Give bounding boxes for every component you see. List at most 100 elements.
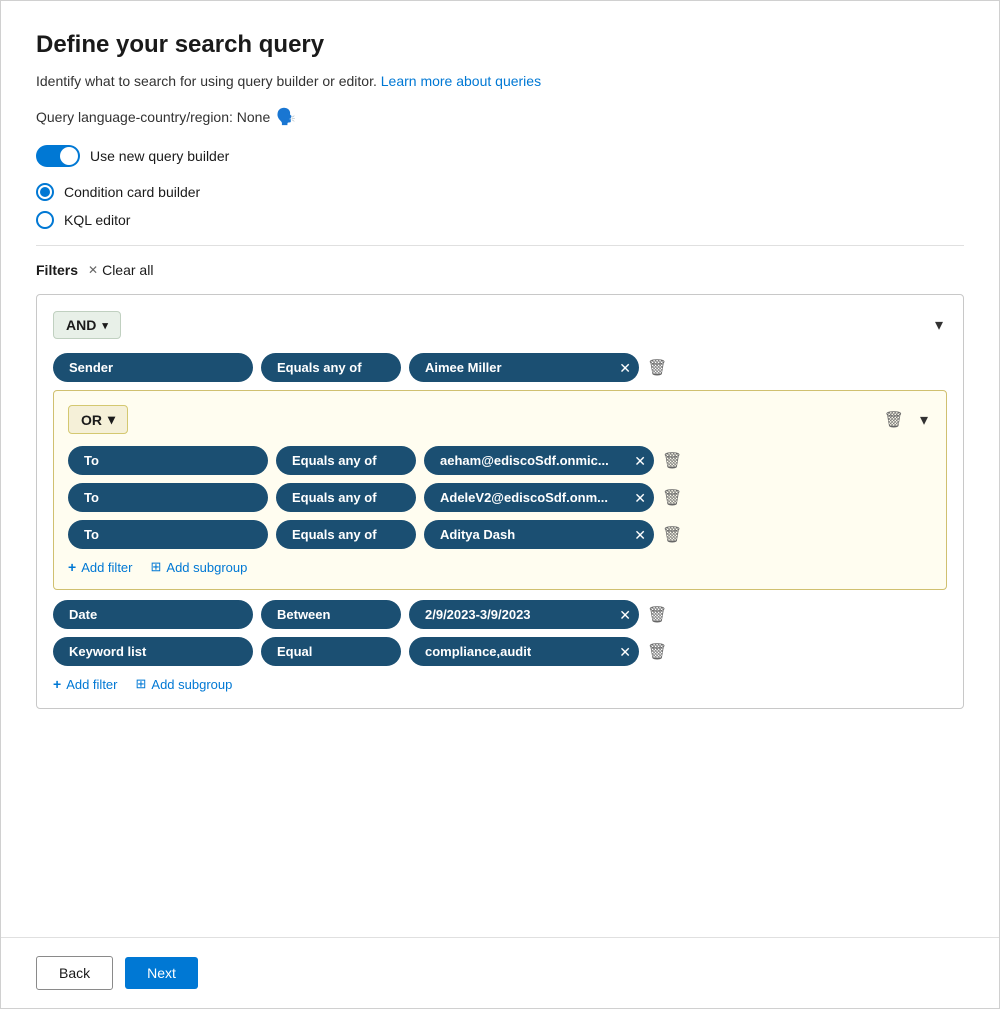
or-subgroup: OR ▾ 🗑 ▾ To Equals any of: [53, 390, 947, 590]
root-add-filter-button[interactable]: + Add filter: [53, 676, 118, 692]
to-row-delete-icon-1[interactable]: 🗑: [662, 451, 682, 471]
filters-label: Filters: [36, 262, 78, 278]
keyword-value-clear-button[interactable]: ✕: [613, 645, 631, 659]
clear-all-x-icon: ✕: [88, 263, 98, 277]
to-field-label-1: To: [84, 453, 99, 468]
to-operator-pill-2[interactable]: Equals any of: [276, 483, 416, 512]
keyword-value-pill[interactable]: compliance,audit ✕: [409, 637, 639, 666]
to-row-delete-icon-2[interactable]: 🗑: [662, 488, 682, 508]
subgroup-add-subgroup-button[interactable]: ⊞ Add subgroup: [151, 559, 248, 575]
page-title: Define your search query: [36, 31, 964, 59]
date-filter-row: Date Between 2/9/2023-3/9/2023 ✕ 🗑: [53, 600, 947, 629]
subgroup-add-subgroup-icon: ⊞: [151, 559, 162, 575]
subgroup-add-filter-plus-icon: +: [68, 559, 76, 575]
keyword-operator-label: Equal: [277, 644, 312, 659]
kql-editor-radio-row: KQL editor: [36, 211, 964, 229]
and-operator-button[interactable]: AND ▾: [53, 311, 121, 339]
subgroup-add-subgroup-label: Add subgroup: [166, 560, 247, 575]
date-value-pill[interactable]: 2/9/2023-3/9/2023 ✕: [409, 600, 639, 629]
or-chevron-icon: ▾: [108, 411, 115, 428]
to-operator-pill-3[interactable]: Equals any of: [276, 520, 416, 549]
sender-value-clear-button[interactable]: ✕: [613, 361, 631, 375]
root-add-filter-label: Add filter: [66, 677, 117, 692]
next-button[interactable]: Next: [125, 957, 198, 989]
to-field-label-3: To: [84, 527, 99, 542]
date-value-text: 2/9/2023-3/9/2023: [425, 607, 531, 622]
to-filter-row-3: To Equals any of Aditya Dash ✕ 🗑: [68, 520, 932, 549]
to-value-clear-button-1[interactable]: ✕: [628, 454, 646, 468]
root-add-subgroup-button[interactable]: ⊞ Add subgroup: [136, 676, 233, 692]
translate-icon[interactable]: 🗣️: [276, 107, 296, 127]
to-row-delete-icon-3[interactable]: 🗑: [662, 525, 682, 545]
to-operator-label-3: Equals any of: [292, 527, 377, 542]
root-add-row: + Add filter ⊞ Add subgroup: [53, 676, 947, 692]
divider: [36, 245, 964, 246]
to-filter-row-1: To Equals any of aeham@ediscoSdf.onmic..…: [68, 446, 932, 475]
description: Identify what to search for using query …: [36, 73, 964, 89]
query-language-row: Query language-country/region: None 🗣️: [36, 107, 964, 127]
main-content: Define your search query Identify what t…: [1, 1, 999, 937]
to-operator-pill-1[interactable]: Equals any of: [276, 446, 416, 475]
condition-card-label: Condition card builder: [64, 184, 200, 200]
sender-value-pill[interactable]: Aimee Miller ✕: [409, 353, 639, 382]
or-operator-label: OR: [81, 412, 102, 428]
sender-field-pill[interactable]: Sender: [53, 353, 253, 382]
learn-more-link[interactable]: Learn more about queries: [381, 73, 541, 89]
keyword-field-pill[interactable]: Keyword list: [53, 637, 253, 666]
root-add-filter-plus-icon: +: [53, 676, 61, 692]
sender-value-text: Aimee Miller: [425, 360, 502, 375]
to-field-pill-2[interactable]: To: [68, 483, 268, 512]
group-header: AND ▾ ▾: [53, 311, 947, 339]
subgroup-collapse-button[interactable]: ▾: [916, 408, 932, 432]
root-add-subgroup-label: Add subgroup: [151, 677, 232, 692]
page-container: Define your search query Identify what t…: [0, 0, 1000, 1009]
root-add-subgroup-icon: ⊞: [136, 676, 147, 692]
date-value-clear-button[interactable]: ✕: [613, 608, 631, 622]
query-language-label: Query language-country/region: None: [36, 109, 270, 125]
date-operator-label: Between: [277, 607, 330, 622]
to-value-pill-3[interactable]: Aditya Dash ✕: [424, 520, 654, 549]
sender-operator-pill[interactable]: Equals any of: [261, 353, 401, 382]
to-field-pill-3[interactable]: To: [68, 520, 268, 549]
query-builder-toggle[interactable]: [36, 145, 80, 167]
filters-row: Filters ✕ Clear all: [36, 262, 964, 278]
to-value-text-2: AdeleV2@ediscoSdf.onm...: [440, 490, 608, 505]
keyword-filter-row: Keyword list Equal compliance,audit ✕ 🗑: [53, 637, 947, 666]
toggle-label: Use new query builder: [90, 148, 229, 164]
subgroup-delete-button[interactable]: 🗑: [880, 408, 908, 432]
to-operator-label-1: Equals any of: [292, 453, 377, 468]
condition-card-radio-row: Condition card builder: [36, 183, 964, 201]
date-field-pill[interactable]: Date: [53, 600, 253, 629]
to-filter-row-2: To Equals any of AdeleV2@ediscoSdf.onm..…: [68, 483, 932, 512]
date-operator-pill[interactable]: Between: [261, 600, 401, 629]
sender-row-delete-icon[interactable]: 🗑: [647, 358, 667, 378]
clear-all-button[interactable]: ✕ Clear all: [88, 262, 153, 278]
kql-editor-label: KQL editor: [64, 212, 130, 228]
and-chevron-icon: ▾: [102, 319, 108, 332]
to-field-pill-1[interactable]: To: [68, 446, 268, 475]
to-field-label-2: To: [84, 490, 99, 505]
date-row-delete-icon[interactable]: 🗑: [647, 605, 667, 625]
to-value-pill-2[interactable]: AdeleV2@ediscoSdf.onm... ✕: [424, 483, 654, 512]
root-group-collapse-button[interactable]: ▾: [931, 313, 947, 337]
subgroup-header: OR ▾ 🗑 ▾: [68, 405, 932, 434]
to-value-clear-button-3[interactable]: ✕: [628, 528, 646, 542]
subgroup-add-filter-label: Add filter: [81, 560, 132, 575]
kql-editor-radio[interactable]: [36, 211, 54, 229]
keyword-value-text: compliance,audit: [425, 644, 531, 659]
subgroup-add-filter-button[interactable]: + Add filter: [68, 559, 133, 575]
to-value-clear-button-2[interactable]: ✕: [628, 491, 646, 505]
keyword-row-delete-icon[interactable]: 🗑: [647, 642, 667, 662]
to-value-pill-1[interactable]: aeham@ediscoSdf.onmic... ✕: [424, 446, 654, 475]
date-field-label: Date: [69, 607, 97, 622]
or-operator-button[interactable]: OR ▾: [68, 405, 128, 434]
keyword-operator-pill[interactable]: Equal: [261, 637, 401, 666]
clear-all-label: Clear all: [102, 262, 153, 278]
to-value-text-3: Aditya Dash: [440, 527, 515, 542]
subgroup-actions: 🗑 ▾: [880, 408, 932, 432]
back-button[interactable]: Back: [36, 956, 113, 990]
and-operator-label: AND: [66, 317, 96, 333]
condition-card-radio[interactable]: [36, 183, 54, 201]
footer: Back Next: [1, 937, 999, 1008]
toggle-row: Use new query builder: [36, 145, 964, 167]
